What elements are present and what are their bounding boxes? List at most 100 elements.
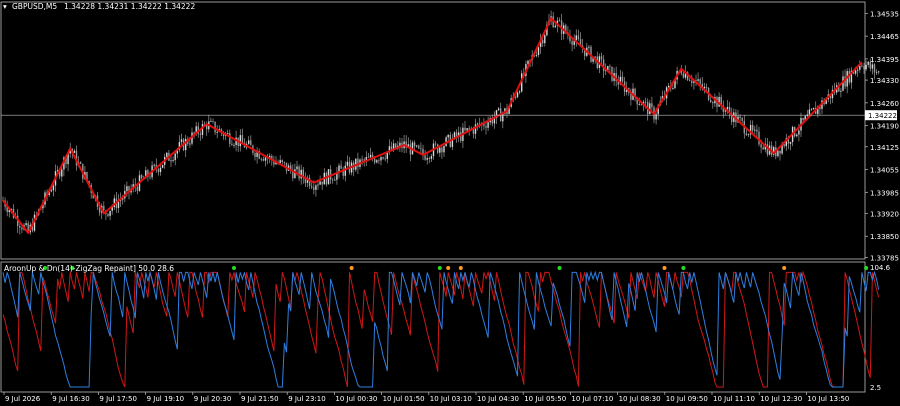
candle-body: [149, 176, 151, 178]
candle-body: [739, 116, 741, 119]
candle-body: [594, 56, 596, 58]
candle-body: [710, 99, 712, 103]
candle-body: [609, 66, 611, 67]
candle-body: [283, 161, 286, 163]
candle-body: [577, 35, 580, 40]
time-tick-label: 9 Jul 23:10: [288, 395, 326, 403]
candle-body: [518, 91, 521, 93]
candle-body: [691, 80, 693, 83]
candle-body: [802, 117, 804, 121]
candle-body: [672, 88, 674, 89]
signal-marker: [446, 266, 451, 270]
price-tick-label: 1.34190: [870, 123, 899, 131]
price-tick-label: 1.33850: [870, 233, 899, 241]
price-tick-label: 1.33920: [870, 210, 899, 218]
candle-body: [52, 185, 55, 191]
candle-body: [752, 125, 754, 131]
signal-marker: [864, 266, 869, 270]
candle-body: [651, 103, 653, 108]
candle-body: [487, 122, 489, 128]
candle-body: [214, 121, 216, 133]
symbol-dropdown-icon[interactable]: ▾: [3, 2, 7, 11]
candle-body: [485, 126, 487, 128]
candle-body: [346, 161, 349, 166]
candle-body: [867, 61, 869, 65]
time-tick-label: 10 Jul 05:50: [524, 395, 566, 403]
indicator-tick-label: 104.6: [870, 264, 891, 272]
candle-body: [199, 133, 202, 135]
candle-body: [260, 158, 262, 160]
time-tick-label: 10 Jul 09:50: [666, 395, 708, 403]
candle-body: [447, 134, 449, 138]
candle-body: [464, 127, 466, 131]
chart-window[interactable]: 1.34222 1.34535 1.34465 1.34395 1.34330 1.342…: [0, 0, 900, 406]
candle-body: [854, 70, 857, 74]
candle-body: [361, 159, 363, 161]
candle-body: [296, 166, 298, 170]
zigzag-line: [2, 17, 863, 234]
candle-body: [430, 156, 433, 159]
candle-body: [726, 106, 729, 110]
candle-body: [159, 167, 162, 173]
price-pane-frame: [0, 1, 866, 260]
candle-body: [73, 150, 76, 153]
candle-body: [357, 158, 359, 167]
candle-body: [321, 181, 323, 185]
candle-body: [311, 186, 313, 188]
candle-body: [474, 124, 477, 134]
candle-body: [754, 129, 756, 131]
candle-body: [298, 166, 300, 179]
candle-body: [789, 142, 792, 144]
candle-body: [857, 69, 859, 71]
time-tick-label: 10 Jul 01:50: [383, 395, 425, 403]
candle-body: [745, 133, 748, 136]
price-tick-label: 1.34125: [870, 144, 899, 152]
candle-body: [50, 190, 52, 192]
aroon-down-line: [2, 270, 880, 388]
candle-body: [136, 186, 139, 191]
candle-body: [239, 135, 241, 147]
candle-body: [313, 187, 315, 190]
candle-body: [426, 158, 428, 160]
candle-body: [319, 181, 321, 185]
candle-body: [796, 134, 798, 137]
candle-body: [441, 147, 443, 153]
price-pane[interactable]: [0, 1, 880, 260]
time-tick-label: 9 Jul 2026: [5, 395, 41, 403]
candle-body: [376, 160, 378, 163]
candle-body: [502, 113, 504, 122]
candle-body: [699, 79, 701, 84]
candle-body: [378, 160, 380, 162]
signal-marker: [232, 266, 236, 270]
indicator-pane[interactable]: [0, 261, 880, 393]
candle-body: [80, 162, 82, 164]
indicator-tick-label: 2.5: [870, 384, 881, 392]
signal-marker: [349, 266, 354, 270]
candle-body: [180, 139, 183, 143]
candle-body: [443, 146, 445, 153]
price-tick-label: 1.34330: [870, 77, 899, 85]
candle-body: [689, 80, 691, 81]
candle-body: [428, 158, 430, 159]
time-tick-label: 10 Jul 03:10: [430, 395, 472, 403]
candle-body: [762, 147, 764, 150]
candle-body: [741, 118, 743, 121]
candle-body: [109, 210, 111, 216]
time-tick-label: 10 Jul 00:30: [335, 395, 377, 403]
candle-body: [497, 108, 500, 111]
candle-body: [254, 152, 256, 157]
candle-body: [640, 104, 643, 106]
candle-body: [140, 175, 143, 179]
candle-body: [418, 145, 420, 149]
candle-body: [575, 35, 577, 41]
signal-marker: [557, 266, 562, 270]
candle-body: [871, 64, 874, 69]
candle-body: [542, 40, 544, 44]
candle-body: [174, 153, 176, 161]
signal-marker: [458, 266, 463, 270]
candle-body: [863, 66, 865, 70]
candle-body: [516, 92, 519, 98]
candle-body: [315, 185, 317, 190]
candle-body: [294, 169, 296, 179]
candle-body: [369, 154, 372, 158]
